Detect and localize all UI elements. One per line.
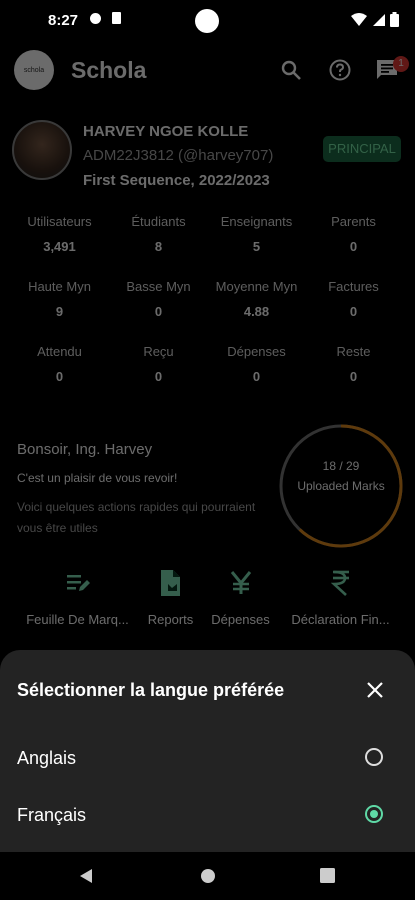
stat-label: Dépenses: [227, 344, 286, 359]
action-label: Dépenses: [211, 612, 270, 627]
app-bar: schola Schola 1: [0, 40, 415, 100]
stat-value: 5: [252, 239, 261, 254]
close-icon[interactable]: [361, 676, 389, 704]
stat-value: 0: [349, 239, 358, 254]
home-icon[interactable]: [200, 868, 216, 884]
stat-label: Haute Myn: [28, 279, 91, 294]
radio-french[interactable]: [365, 805, 383, 823]
stat-value: 0: [252, 369, 261, 384]
stat-haute-myn: Haute Myn 9: [8, 279, 111, 319]
stat-value: 0: [55, 369, 64, 384]
stat-utilisateurs: Utilisateurs 3,491: [8, 214, 111, 254]
stat-factures: Factures 0: [302, 279, 405, 319]
status-bar: 8:27: [0, 0, 415, 40]
stat-value: 0: [349, 304, 358, 319]
stat-basse-myn: Basse Myn 0: [107, 279, 210, 319]
stat-value: 0: [154, 304, 163, 319]
system-nav-bar: [0, 852, 415, 900]
stat-label: Factures: [328, 279, 379, 294]
action-label: Feuille De Marq...: [26, 612, 129, 627]
radio-english[interactable]: [365, 748, 383, 766]
stat-value: 3,491: [43, 239, 76, 254]
mark-sheet-icon: [66, 575, 90, 591]
status-indicators: [351, 12, 399, 27]
stat-reste: Reste 0: [302, 344, 405, 384]
greeting-title: Bonsoir, Ing. Harvey: [17, 441, 153, 458]
stat-attendu: Attendu 0: [8, 344, 111, 384]
stat-label: Reçu: [143, 344, 174, 359]
help-icon[interactable]: [328, 58, 352, 82]
marks-label: Uploaded Marks: [297, 479, 385, 493]
dashboard-background: schola Schola 1 HARVEY NGOE KOLLE ADM22J…: [0, 40, 415, 650]
language-label: Anglais: [17, 748, 77, 768]
stat-label: Étudiants: [131, 214, 186, 229]
action-mark-sheet[interactable]: Feuille De Marq...: [26, 568, 129, 627]
profile-card[interactable]: HARVEY NGOE KOLLE ADM22J3812 (@harvey707…: [12, 120, 407, 190]
language-label: Français: [17, 805, 87, 825]
back-icon[interactable]: [79, 868, 93, 884]
stat-label: Utilisateurs: [27, 214, 92, 229]
stat-label: Reste: [336, 344, 371, 359]
sheet-title: Sélectionner la langue préférée: [17, 680, 285, 700]
action-expenses[interactable]: Dépenses: [189, 568, 292, 627]
battery-icon: [390, 12, 399, 27]
language-option-english[interactable]: Anglais: [0, 732, 415, 786]
yen-icon: [230, 571, 251, 594]
stat-label: Moyenne Myn: [215, 279, 298, 294]
action-label: Déclaration Fin...: [291, 612, 390, 627]
stat-label: Enseignants: [220, 214, 293, 229]
stat-enseignants: Enseignants 5: [205, 214, 308, 254]
logo-text: schola: [23, 66, 45, 74]
stat-value: 0: [349, 369, 358, 384]
report-icon: [160, 570, 180, 596]
profile-id: ADM22J3812 (@harvey707): [83, 147, 274, 164]
profile-sequence: First Sequence, 2022/2023: [83, 172, 270, 189]
stat-label: Attendu: [37, 344, 82, 359]
marks-count: 18 / 29: [322, 459, 360, 473]
app-notification-icon: [90, 13, 101, 24]
stat-value: 9: [55, 304, 64, 319]
rupee-icon: [330, 570, 349, 596]
greeting-subtitle: C'est un plaisir de vous revoir!: [17, 471, 178, 485]
stat-value: 4.88: [243, 304, 270, 319]
stat-value: 0: [154, 369, 163, 384]
stat-depenses: Dépenses 0: [205, 344, 308, 384]
stat-label: Basse Myn: [126, 279, 191, 294]
sim-card-icon: [112, 12, 121, 24]
stat-parents: Parents 0: [302, 214, 405, 254]
signal-icon: [373, 13, 385, 26]
recents-icon[interactable]: [320, 868, 335, 883]
search-icon[interactable]: [279, 58, 303, 82]
profile-name: HARVEY NGOE KOLLE: [83, 123, 249, 140]
camera-cutout: [195, 9, 219, 33]
stat-etudiants: Étudiants 8: [107, 214, 210, 254]
stat-recu: Reçu 0: [107, 344, 210, 384]
notification-badge: 1: [393, 56, 409, 72]
wifi-icon: [351, 12, 367, 26]
avatar: [12, 120, 72, 180]
status-time: 8:27: [48, 12, 79, 29]
stat-label: Parents: [331, 214, 376, 229]
stat-moyenne-myn: Moyenne Myn 4.88: [205, 279, 308, 319]
app-title: Schola: [71, 57, 147, 83]
language-option-french[interactable]: Français: [0, 789, 415, 843]
stat-value: 8: [154, 239, 163, 254]
role-badge: PRINCIPAL: [323, 136, 401, 162]
language-sheet: Sélectionner la langue préférée Anglais …: [0, 650, 415, 852]
greeting-description: Voici quelques actions rapides qui pourr…: [17, 500, 256, 535]
action-financial-declaration[interactable]: Déclaration Fin...: [289, 568, 392, 627]
school-logo: schola: [14, 50, 54, 90]
